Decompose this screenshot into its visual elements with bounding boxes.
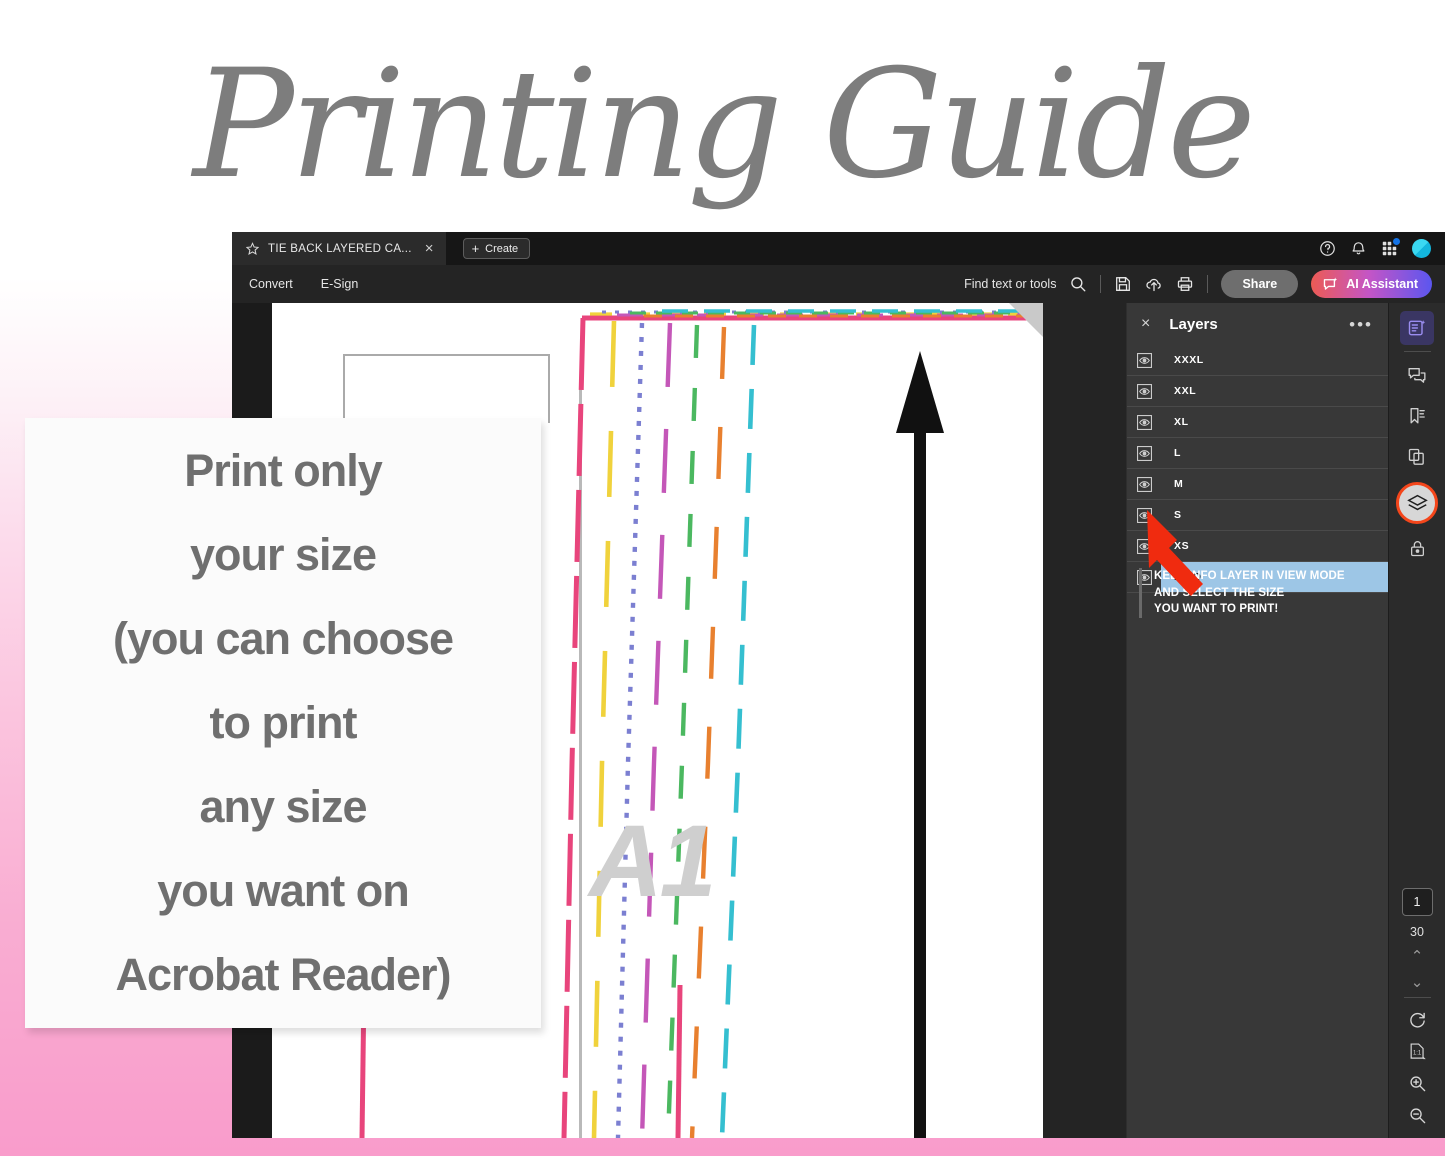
bookmark-glyph [1410,408,1425,424]
rotate-glyph [1409,1012,1425,1027]
print-line-6: you want on [157,865,409,916]
create-button-label: Create [485,242,519,255]
print-line-4: to print [209,697,358,748]
print-instruction-card: Print only your size (you can choose to … [25,418,541,1028]
size-watermark: A1 [589,804,716,918]
search-input[interactable]: Find text or tools [964,277,1056,291]
page-navigation: 1 30 ⌃ ⌄ 1:1 [1389,888,1445,1130]
create-button[interactable]: + Create [462,238,531,259]
layer-label: L [1174,447,1182,459]
star-icon[interactable] [246,242,259,255]
grainline-arrow-icon [896,351,944,1138]
page-thumbnails-icon[interactable] [1400,440,1434,474]
help-icon[interactable] [1319,240,1336,257]
print-line-2: your size [189,529,377,580]
red-arrow-icon [1147,510,1203,596]
page-title: Printing Guide [193,38,1256,212]
notifications-icon[interactable] [1350,240,1367,257]
zoom-out-icon[interactable] [1402,1100,1432,1130]
eye-icon [1136,352,1152,368]
layer-row-l[interactable]: L [1127,438,1388,469]
ai-assistant-label: AI Assistant [1346,277,1418,291]
layer-visibility-toggle[interactable] [1127,476,1161,493]
divider [1403,997,1431,998]
divider [1207,275,1209,293]
ai-edit-icon[interactable] [1400,311,1434,345]
menu-item-convert[interactable]: Convert [249,277,293,291]
layer-visibility-toggle[interactable] [1127,414,1161,431]
menu-bar-actions: Find text or tools Share AI Assistant [964,270,1445,298]
comment-icon[interactable] [1400,358,1434,392]
zoom-in-glyph [1409,1075,1425,1091]
comment-glyph [1408,368,1426,383]
print-line-7: Acrobat Reader) [115,949,451,1000]
layer-visibility-toggle[interactable] [1127,352,1161,369]
layer-label: XL [1174,416,1189,428]
lock-glyph [1410,540,1424,556]
layers-panel: × Layers ••• XXXL XXL XL L M S XS KEEP I… [1126,303,1388,1138]
close-icon[interactable]: × [425,241,434,256]
cloud-upload-icon[interactable] [1145,275,1163,293]
layers-panel-header: × Layers ••• [1127,303,1388,345]
ai-assistant-button[interactable]: AI Assistant [1311,270,1432,298]
app-grid-icon[interactable] [1381,238,1400,257]
zoom-in-icon[interactable] [1402,1068,1432,1098]
layer-visibility-toggle[interactable] [1127,383,1161,400]
lock-icon[interactable] [1400,531,1434,565]
next-page-button[interactable]: ⌄ [1389,973,1445,991]
tab-title: TIE BACK LAYERED CA... [268,242,412,255]
print-line-1: Print only [184,445,383,496]
layers-glyph [1406,494,1428,510]
page-number-input[interactable]: 1 [1401,888,1433,916]
rotate-icon[interactable] [1402,1004,1432,1034]
print-line-3: (you can choose [112,613,454,664]
zoom-out-glyph [1409,1107,1425,1123]
plus-icon: + [471,241,480,256]
layer-label: M [1174,478,1184,490]
menu-item-esign[interactable]: E-Sign [321,277,359,291]
layer-row-xl[interactable]: XL [1127,407,1388,438]
close-icon[interactable]: × [1141,316,1150,332]
layer-row-m[interactable]: M [1127,469,1388,500]
save-icon[interactable] [1114,275,1132,293]
tab-bar: TIE BACK LAYERED CA... × + Create [232,232,1445,265]
share-button[interactable]: Share [1221,270,1299,298]
ai-sparkle-icon [1324,277,1338,290]
avatar[interactable] [1412,239,1431,258]
previous-page-button[interactable]: ⌃ [1389,947,1445,965]
eye-icon [1136,414,1152,430]
right-tool-rail: 1 30 ⌃ ⌄ 1:1 [1388,303,1445,1138]
page-fold-corner [1009,303,1043,337]
eye-icon [1136,383,1152,399]
layer-label: XXXL [1174,354,1204,366]
print-line-5: any size [199,781,367,832]
layer-row-xxl[interactable]: XXL [1127,376,1388,407]
instruction-callout: KEEP INFO LAYER IN VIEW MODE AND SELECT … [1139,510,1389,618]
layer-visibility-toggle[interactable] [1127,445,1161,462]
notification-dot [1393,238,1400,245]
svg-text:1:1: 1:1 [1412,1050,1420,1056]
more-options-icon[interactable]: ••• [1349,316,1373,333]
bookmark-icon[interactable] [1400,399,1434,433]
ai-edit-glyph [1408,320,1426,336]
layers-icon[interactable] [1396,482,1438,524]
pages-glyph [1408,448,1424,465]
layers-panel-title: Layers [1169,315,1218,333]
menu-bar: Convert E-Sign Find text or tools Share [232,265,1445,303]
search-icon[interactable] [1069,275,1087,293]
divider [1100,275,1102,293]
eye-icon [1136,476,1152,492]
fit-page-icon[interactable]: 1:1 [1402,1036,1432,1066]
print-icon[interactable] [1176,275,1194,293]
divider [1403,351,1431,352]
page-total-label: 30 [1410,925,1424,939]
document-tab[interactable]: TIE BACK LAYERED CA... × [232,232,446,265]
fit-page-glyph: 1:1 [1410,1042,1426,1059]
layer-row-xxxl[interactable]: XXXL [1127,345,1388,376]
layer-label: XXL [1174,385,1197,397]
eye-icon [1136,445,1152,461]
tab-bar-actions [1319,238,1445,258]
